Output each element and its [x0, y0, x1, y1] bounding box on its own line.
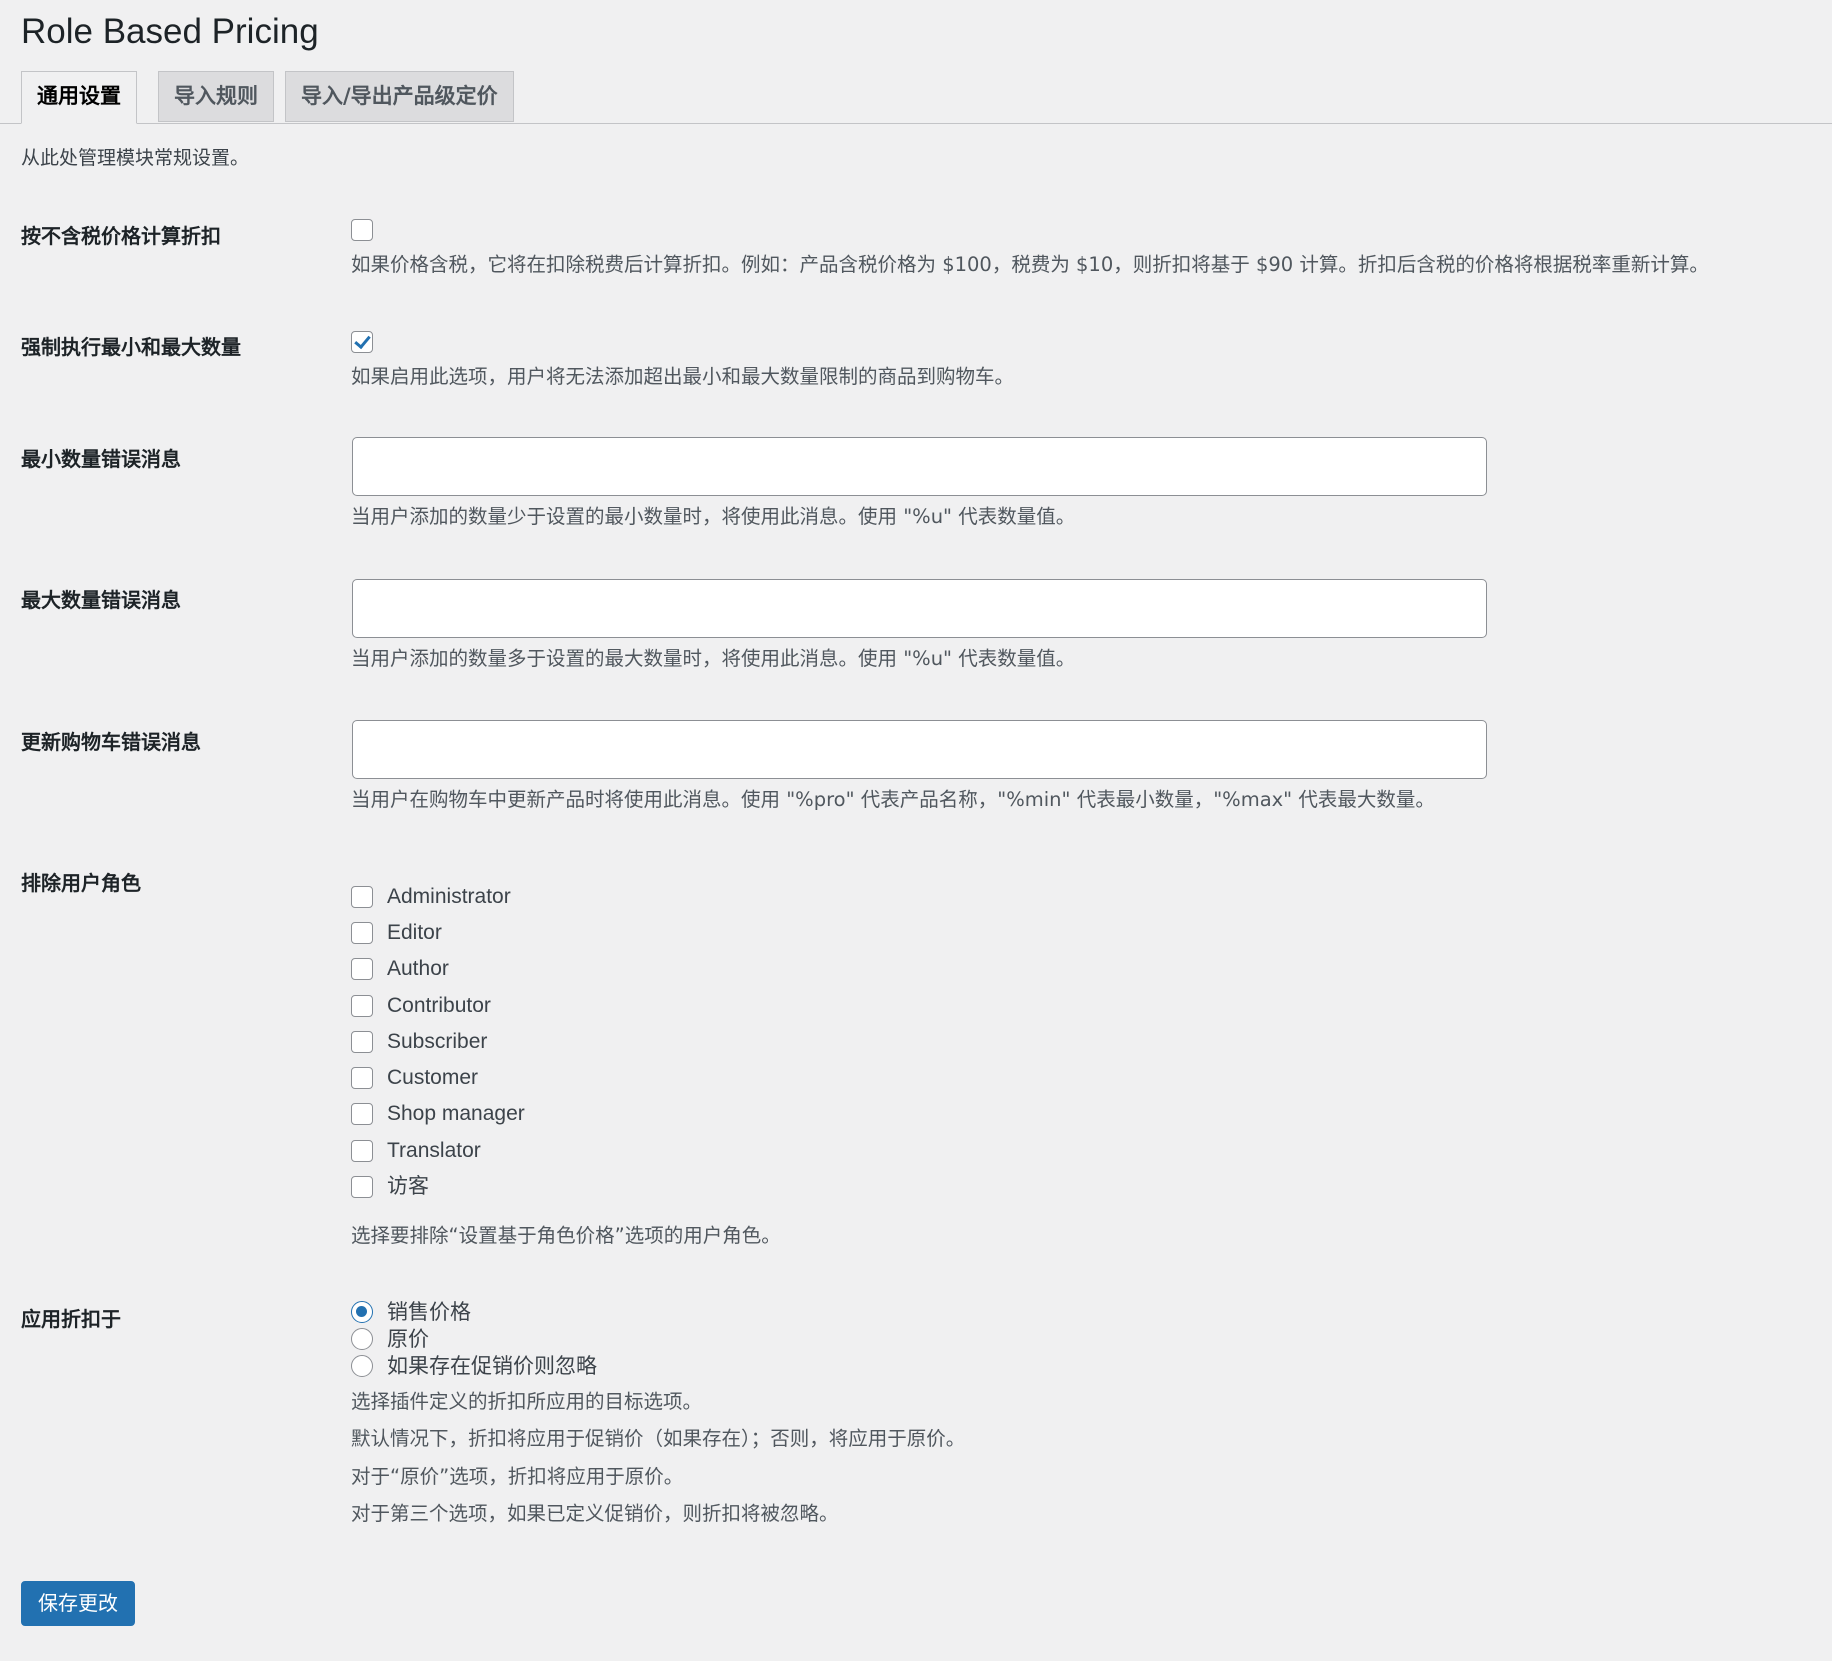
role-checkbox[interactable] [351, 1176, 373, 1198]
exclude-roles-label: 排除用户角色 [21, 871, 141, 895]
settings-tabs: 通用设置 导入规则 导入/导出产品级定价 [0, 71, 1832, 124]
role-label: Contributor [387, 994, 491, 1017]
max-qty-msg-label: 最大数量错误消息 [21, 588, 181, 612]
radio-label: 销售价格 [387, 1300, 471, 1324]
role-label: Translator [387, 1139, 481, 1162]
apply-discount-label: 应用折扣于 [21, 1307, 121, 1331]
role-checkbox[interactable] [351, 1103, 373, 1125]
role-label: Author [387, 957, 449, 980]
role-checkbox[interactable] [351, 995, 373, 1017]
apply-discount-description-2: 默认情况下，折扣将应用于促销价（如果存在）；否则，将应用于原价。 [351, 1427, 966, 1450]
tab-import-export-product-pricing[interactable]: 导入/导出产品级定价 [285, 71, 514, 122]
role-label: Customer [387, 1066, 479, 1089]
role-label: Editor [387, 921, 442, 944]
apply-discount-description-3: 对于“原价”选项，折扣将应用于原价。 [351, 1465, 684, 1488]
role-label: 访客 [387, 1175, 429, 1198]
min-qty-msg-description: 当用户添加的数量少于设置的最小数量时，将使用此消息。使用 "%u" 代表数量值。 [351, 505, 1076, 528]
tab-import-rules[interactable]: 导入规则 [158, 71, 274, 122]
tab-general-settings[interactable]: 通用设置 [21, 71, 137, 124]
settings-page: Role Based Pricing 通用设置 导入规则 导入/导出产品级定价 … [0, 0, 1832, 1661]
role-checkbox[interactable] [351, 1067, 373, 1089]
max-qty-msg-input[interactable] [352, 579, 1487, 638]
radio-label: 如果存在促销价则忽略 [387, 1354, 597, 1378]
radio-button[interactable] [351, 1301, 373, 1323]
radio-button[interactable] [351, 1328, 373, 1350]
min-qty-msg-label: 最小数量错误消息 [21, 447, 181, 471]
update-cart-msg-input[interactable] [352, 720, 1487, 779]
role-label: Subscriber [387, 1030, 488, 1053]
min-qty-msg-input[interactable] [352, 437, 1487, 496]
update-cart-msg-description: 当用户在购物车中更新产品时将使用此消息。使用 "%pro" 代表产品名称，"%m… [351, 788, 1435, 811]
role-checkbox[interactable] [351, 922, 373, 944]
save-changes-button[interactable]: 保存更改 [21, 1581, 135, 1626]
enforce-qty-label: 强制执行最小和最大数量 [21, 335, 241, 359]
apply-discount-description-1: 选择插件定义的折扣所应用的目标选项。 [351, 1390, 703, 1413]
exclude-roles-description: 选择要排除“设置基于角色价格”选项的用户角色。 [351, 1224, 781, 1247]
role-checkbox[interactable] [351, 958, 373, 980]
page-intro: 从此处管理模块常规设置。 [21, 147, 250, 169]
role-checkbox[interactable] [351, 886, 373, 908]
radio-label: 原价 [387, 1327, 429, 1351]
role-checkbox[interactable] [351, 1140, 373, 1162]
exclude-tax-label: 按不含税价格计算折扣 [21, 224, 221, 248]
max-qty-msg-description: 当用户添加的数量多于设置的最大数量时，将使用此消息。使用 "%u" 代表数量值。 [351, 647, 1076, 670]
radio-button[interactable] [351, 1355, 373, 1377]
role-label: Administrator [387, 885, 511, 908]
exclude-tax-description: 如果价格含税，它将在扣除税费后计算折扣。例如：产品含税价格为 $100，税费为 … [351, 253, 1709, 276]
enforce-qty-description: 如果启用此选项，用户将无法添加超出最小和最大数量限制的商品到购物车。 [351, 365, 1015, 388]
apply-discount-description-4: 对于第三个选项，如果已定义促销价，则折扣将被忽略。 [351, 1502, 839, 1525]
update-cart-msg-label: 更新购物车错误消息 [21, 730, 201, 754]
exclude-tax-checkbox[interactable] [351, 219, 373, 241]
role-label: Shop manager [387, 1102, 525, 1125]
page-title: Role Based Pricing [21, 12, 319, 51]
role-checkbox[interactable] [351, 1031, 373, 1053]
enforce-qty-checkbox[interactable] [351, 331, 373, 353]
